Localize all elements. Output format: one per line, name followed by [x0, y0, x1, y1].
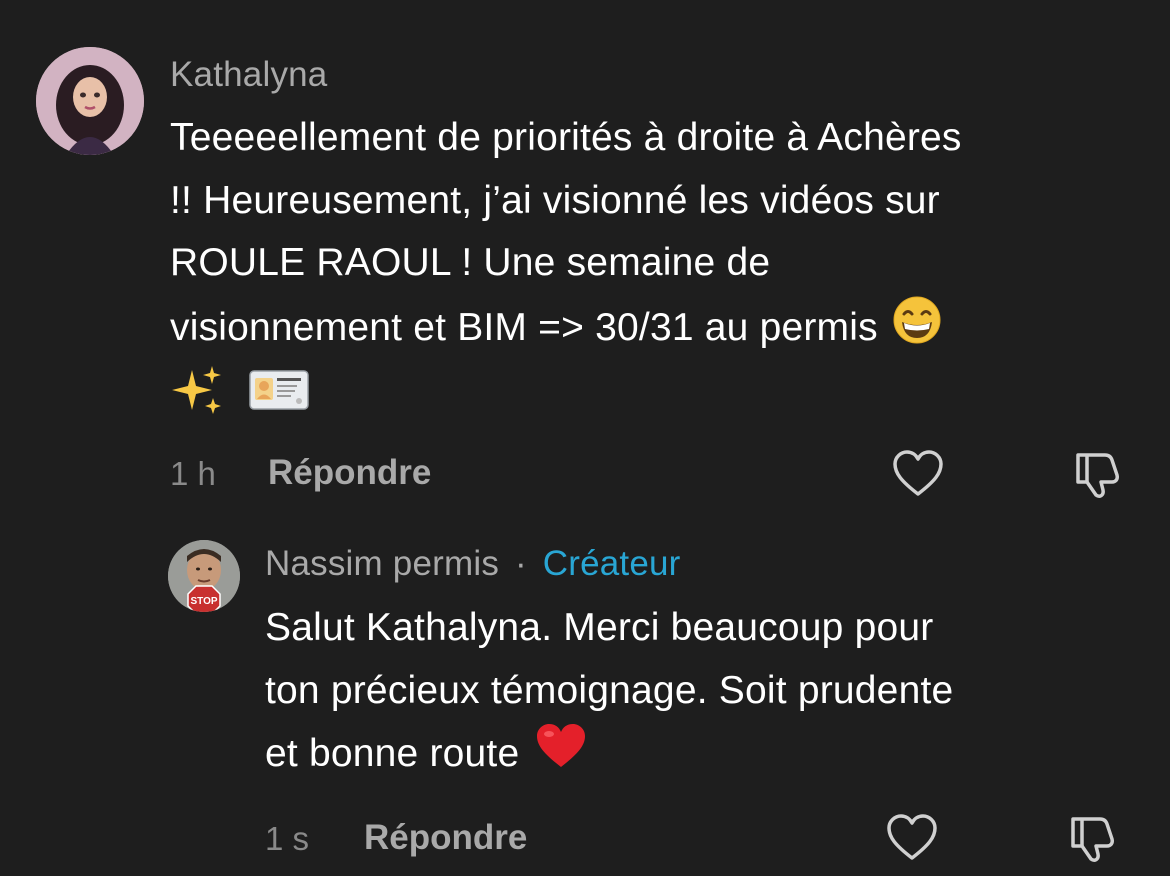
reply-button[interactable]: Répondre [268, 453, 431, 493]
comment-text-line: !! Heureusement, j’ai visionné les vidéo… [170, 178, 940, 222]
avatar[interactable] [36, 47, 144, 155]
comment-text: Salut Kathalyna. Merci beaucoup pour ton… [265, 597, 953, 790]
comment-text-line: Teeeeellement de priorités à droite à Ac… [170, 116, 962, 159]
sparkles-emoji [172, 364, 224, 436]
separator-dot: · [514, 544, 527, 583]
avatar-image [36, 47, 144, 155]
thumbs-down-icon[interactable] [1071, 449, 1125, 501]
comment-text-line: et bonne route [265, 732, 520, 776]
grinning-face-emoji [892, 295, 942, 365]
thumbs-down-icon[interactable] [1066, 813, 1120, 865]
comment-text: Teeeeellement de priorités à droite à Ac… [170, 107, 962, 426]
stop-sign-text: STOP [190, 596, 217, 607]
comment-text-line: visionnement et BIM => 30/31 au permis [170, 305, 878, 349]
comment-text-line: ton précieux témoignage. Soit prudente [265, 668, 954, 712]
comment-author-line: Nassim permis · Créateur [265, 544, 681, 584]
id-card-emoji [249, 368, 309, 432]
creator-badge: Créateur [542, 544, 681, 583]
comment-text-line-with-emoji: visionnement et BIM => 30/31 au permis [170, 295, 962, 365]
comments-panel: Kathalyna Teeeeellement de priorités à d… [0, 0, 1170, 876]
comment-author[interactable]: Kathalyna [170, 55, 327, 95]
reply-comment-item: STOP Nassim permis · Créateur Salut Kath… [0, 520, 1170, 876]
avatar-image: STOP [168, 540, 240, 612]
comment-author[interactable]: Nassim permis [265, 544, 499, 583]
heart-icon[interactable] [891, 448, 945, 500]
red-heart-emoji [535, 722, 587, 790]
avatar[interactable]: STOP [168, 540, 240, 612]
reply-button[interactable]: Répondre [364, 818, 527, 858]
comment-emoji-line [170, 364, 962, 426]
comment-text-line: Salut Kathalyna. Merci beaucoup pour [265, 606, 934, 649]
comment-timestamp: 1 h [170, 455, 216, 492]
heart-icon[interactable] [885, 812, 939, 864]
comment-item: Kathalyna Teeeeellement de priorités à d… [0, 0, 1170, 520]
comment-timestamp: 1 s [265, 820, 310, 857]
comment-text-line: ROULE RAOUL ! Une semaine de [170, 241, 771, 284]
comment-text-line-with-emoji: et bonne route [265, 722, 953, 790]
